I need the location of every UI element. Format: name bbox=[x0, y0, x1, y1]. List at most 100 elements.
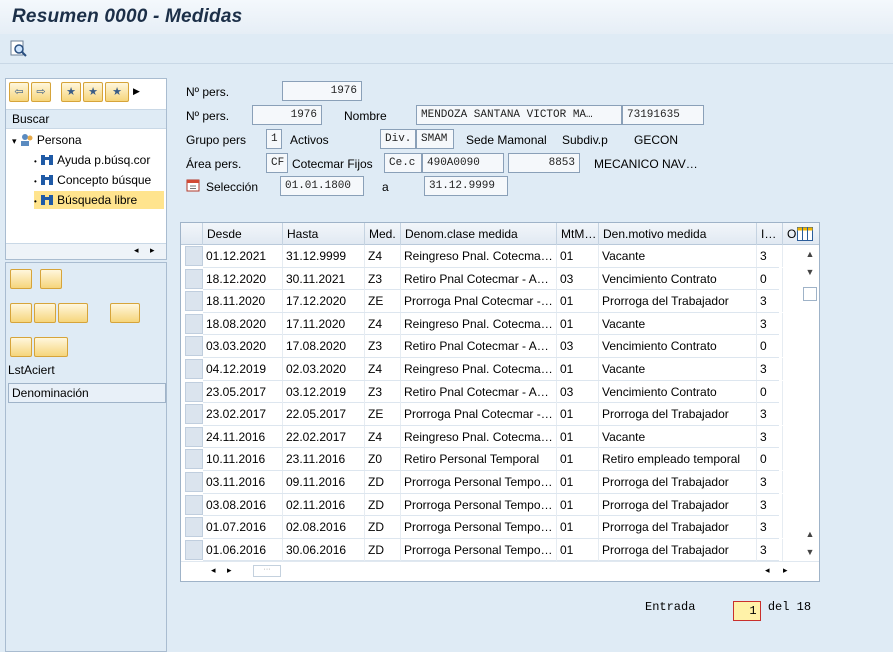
favorite-menu-icon[interactable]: ★ bbox=[105, 82, 129, 102]
npers-field[interactable]: 1976 bbox=[282, 81, 362, 101]
row-selector[interactable] bbox=[185, 539, 203, 560]
cell-i: 3 bbox=[757, 425, 783, 448]
npers2-field: 1976 bbox=[252, 105, 322, 125]
row-selector[interactable] bbox=[185, 426, 203, 447]
subdiv-text: GECON bbox=[634, 133, 679, 147]
table-row[interactable]: 18.12.2020 30.11.2021 Z3 Retiro Pnal Cotecm… bbox=[203, 267, 783, 291]
forward-arrow-icon[interactable]: ⇨ bbox=[31, 82, 51, 102]
row-selector[interactable] bbox=[185, 336, 203, 357]
row-selector[interactable] bbox=[185, 313, 203, 334]
table-row[interactable]: 03.08.2016 02.11.2016 ZD Prorroga Personal … bbox=[203, 493, 783, 517]
tree-item-persona[interactable]: ▾ Persona bbox=[12, 131, 82, 149]
scroll-grip[interactable]: ··· bbox=[253, 565, 281, 577]
cell-denom-clase: Retiro Pnal Cotecmar - A… bbox=[401, 335, 557, 358]
table-vertical-scrollbar[interactable]: ▲ ▼ ▲ ▼ bbox=[783, 245, 819, 561]
cell-hasta: 22.05.2017 bbox=[283, 403, 365, 426]
table-row[interactable]: 23.02.2017 22.05.2017 ZE Prorroga Pnal Cote… bbox=[203, 403, 783, 426]
entry-current-field[interactable]: 1 bbox=[732, 601, 761, 621]
row-selector[interactable] bbox=[185, 268, 203, 289]
area-field: CF bbox=[266, 153, 288, 173]
add-favorite-icon[interactable]: ★ bbox=[61, 82, 81, 102]
scroll-down-icon[interactable]: ▼ bbox=[803, 545, 817, 559]
table-row[interactable]: 18.11.2020 17.12.2020 ZE Prorroga Pnal Cote… bbox=[203, 290, 783, 313]
table-horizontal-scrollbar[interactable]: ◂ ▸ ··· ◂ ▸ bbox=[181, 561, 819, 581]
cell-i: 3 bbox=[757, 358, 783, 380]
row-selector[interactable] bbox=[185, 381, 203, 402]
column-header-denom-clase[interactable]: Denom.clase medida bbox=[401, 223, 557, 245]
row-selector[interactable] bbox=[185, 517, 203, 538]
table-header: Desde Hasta Med. Denom.clase medida MtM…… bbox=[181, 223, 819, 245]
table-row[interactable]: 03.11.2016 09.11.2016 ZD Prorroga Personal … bbox=[203, 471, 783, 494]
seleccion-label: Selección bbox=[206, 180, 259, 194]
column-header-desde[interactable]: Desde bbox=[203, 223, 283, 245]
table-row[interactable]: 18.08.2020 17.11.2020 Z4 Reingreso Pnal. Co… bbox=[203, 312, 783, 336]
table-row[interactable]: 01.06.2016 30.06.2016 ZD Prorroga Personal … bbox=[203, 538, 783, 562]
scroll-left-icon[interactable]: ◂ bbox=[134, 245, 139, 256]
column-settings-icon[interactable] bbox=[797, 227, 813, 241]
binoculars-icon bbox=[41, 175, 54, 185]
expand-icon[interactable]: ▾ bbox=[12, 136, 17, 146]
cell-denom-clase: Prorroga Personal Tempo… bbox=[401, 516, 557, 539]
print-icon[interactable] bbox=[10, 337, 32, 357]
table-row[interactable]: 01.07.2016 02.08.2016 ZD Prorroga Personal … bbox=[203, 516, 783, 539]
scroll-up-icon[interactable]: ▲ bbox=[803, 527, 817, 541]
find-icon[interactable] bbox=[10, 40, 28, 58]
selection-from-field[interactable]: 01.01.1800 bbox=[280, 176, 364, 196]
cell-mtm: 03 bbox=[557, 380, 599, 403]
row-selector[interactable] bbox=[185, 449, 203, 470]
export-icon[interactable] bbox=[34, 337, 68, 357]
table-row[interactable]: 24.11.2016 22.02.2017 Z4 Reingreso Pnal. Co… bbox=[203, 425, 783, 449]
row-selector[interactable] bbox=[185, 359, 203, 379]
row-selector[interactable] bbox=[185, 494, 203, 515]
tree-item-ayuda[interactable]: • Ayuda p.búsq.cor bbox=[34, 151, 164, 169]
column-header-den-motivo[interactable]: Den.motivo medida bbox=[599, 223, 757, 245]
display-icon[interactable] bbox=[10, 269, 32, 289]
row-selector[interactable] bbox=[185, 246, 203, 266]
scroll-down-icon[interactable]: ▼ bbox=[803, 265, 817, 279]
scroll-right-icon[interactable]: ▸ bbox=[783, 565, 788, 576]
cell-denom-clase: Prorroga Pnal Cotecmar -… bbox=[401, 290, 557, 313]
tree-item-busqueda-libre[interactable]: • Búsqueda libre bbox=[34, 191, 164, 209]
row-selector[interactable] bbox=[185, 472, 203, 492]
row-selector[interactable] bbox=[185, 291, 203, 312]
column-header-mtm[interactable]: MtM… bbox=[557, 223, 599, 245]
table-row[interactable]: 23.05.2017 03.12.2019 Z3 Retiro Pnal Cotecm… bbox=[203, 380, 783, 404]
hit-list-panel: LstAciert Denominación bbox=[5, 262, 167, 652]
tree-item-concepto[interactable]: • Concepto búsque bbox=[34, 171, 164, 189]
denomination-column-header[interactable]: Denominación bbox=[8, 383, 166, 403]
scroll-left-icon[interactable]: ◂ bbox=[765, 565, 770, 576]
calendar-icon[interactable] bbox=[186, 178, 200, 192]
filter-icon[interactable] bbox=[58, 303, 88, 323]
column-header-i[interactable]: I… bbox=[757, 223, 783, 245]
table-row[interactable]: 01.12.2021 31.12.9999 Z4 Reingreso Pnal. Co… bbox=[203, 245, 783, 268]
column-header-med[interactable]: Med. bbox=[365, 223, 401, 245]
sum-icon[interactable] bbox=[110, 303, 140, 323]
cell-hasta: 22.02.2017 bbox=[283, 425, 365, 448]
cell-mtm: 01 bbox=[557, 493, 599, 516]
scroll-thumb[interactable] bbox=[803, 287, 817, 301]
scroll-left-icon[interactable]: ◂ bbox=[211, 565, 216, 576]
select-all-cell[interactable] bbox=[181, 223, 203, 245]
table-row[interactable]: 10.11.2016 23.11.2016 Z0 Retiro Personal Te… bbox=[203, 448, 783, 471]
search-section-header[interactable]: Buscar bbox=[6, 109, 166, 129]
cell-den-motivo: Vencimiento Contrato bbox=[599, 335, 757, 358]
selection-to-field[interactable]: 31.12.9999 bbox=[424, 176, 508, 196]
cell-denom-clase: Reingreso Pnal. Cotecma… bbox=[401, 425, 557, 448]
nav-horizontal-scrollbar[interactable]: ◂ ▸ bbox=[6, 243, 166, 259]
sort-descending-icon[interactable] bbox=[34, 303, 56, 323]
favorite-icon[interactable]: ★ bbox=[83, 82, 103, 102]
table-row[interactable]: 04.12.2019 02.03.2020 Z4 Reingreso Pnal. Co… bbox=[203, 358, 783, 381]
scroll-up-icon[interactable]: ▲ bbox=[803, 247, 817, 261]
cell-denom-clase: Reingreso Pnal. Cotecma… bbox=[401, 245, 557, 267]
more-arrow-icon[interactable]: ▶ bbox=[133, 86, 140, 97]
find-icon[interactable] bbox=[40, 269, 62, 289]
table-row[interactable]: 03.03.2020 17.08.2020 Z3 Retiro Pnal Cotecm… bbox=[203, 335, 783, 358]
row-selector[interactable] bbox=[185, 404, 203, 425]
scroll-right-icon[interactable]: ▸ bbox=[150, 245, 155, 256]
sort-ascending-icon[interactable] bbox=[10, 303, 32, 323]
column-header-hasta[interactable]: Hasta bbox=[283, 223, 365, 245]
back-arrow-icon[interactable]: ⇦ bbox=[9, 82, 29, 102]
cell-mtm: 01 bbox=[557, 448, 599, 471]
scroll-right-icon[interactable]: ▸ bbox=[227, 565, 232, 576]
cell-i: 3 bbox=[757, 538, 783, 561]
